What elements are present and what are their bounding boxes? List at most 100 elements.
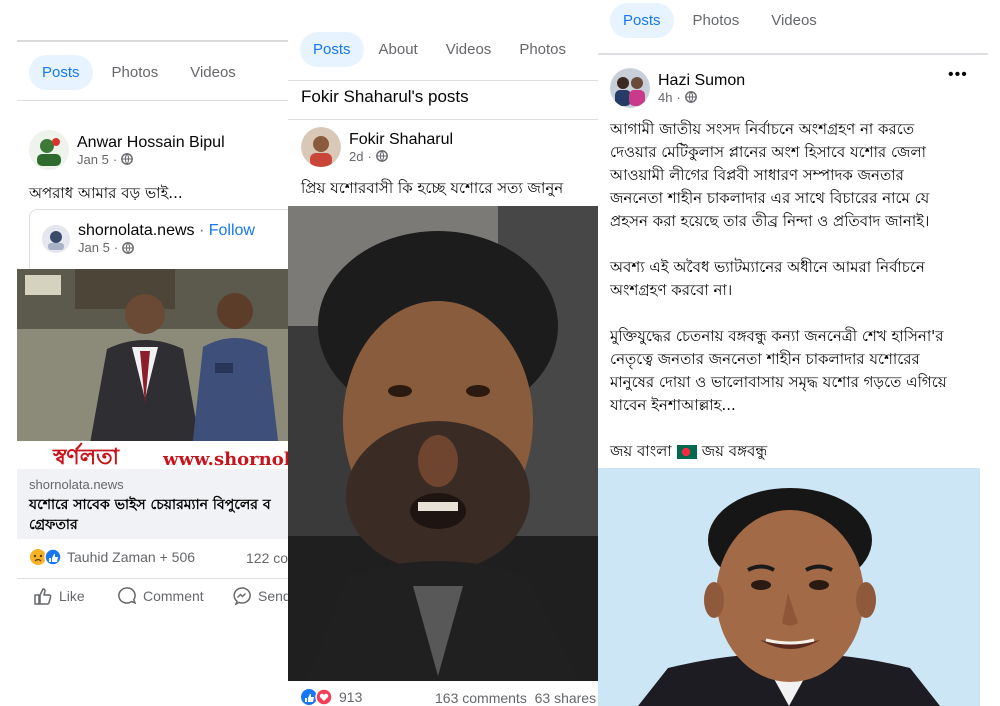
text-line: যাবেন ইনশাআল্লাহ...: [610, 396, 736, 414]
post-photo[interactable]: [598, 468, 980, 706]
bangladesh-flag-icon: [676, 444, 697, 459]
send-label: Send: [258, 588, 288, 604]
source-logo-icon: [42, 224, 70, 253]
share-count[interactable]: 63 shares: [535, 690, 596, 706]
tab-divider: [288, 80, 598, 81]
text-line: আওয়ামী লীগের বিপ্লবী সাধারণ সম্পাদক জনত…: [610, 166, 904, 184]
post-text: প্রিয় যশোরবাসী কি হচ্ছে যশোরে সত্য জানু…: [301, 179, 564, 197]
text-line: অবশ্য এই অবৈধ ভ্যাটম্যানের অধীনে আমরা নি…: [610, 258, 925, 276]
tab-posts[interactable]: Posts: [29, 55, 93, 90]
tab-divider: [598, 53, 988, 55]
avatar[interactable]: [610, 68, 650, 108]
separator-dot: ·: [113, 240, 119, 255]
like-label: Like: [59, 588, 85, 604]
left-profile-panel: Posts Photos Videos Anwar Hossain Bipul …: [17, 40, 288, 622]
text-line: মুক্তিযুদ্ধের চেতনায় বঙ্গবন্ধু কন্যা জন…: [610, 327, 944, 345]
paragraph-2: অবশ্য এই অবৈধ ভ্যাটম্যানের অধীনে আমরা নি…: [610, 256, 982, 302]
reaction-names[interactable]: Tauhid Zaman + 506: [67, 549, 195, 565]
shared-post-photo[interactable]: স্বর্ণলতা www.shornol: [17, 269, 288, 469]
avatar-image: [610, 68, 650, 108]
shared-meta: Jan 5 ·: [78, 240, 255, 255]
avatar-image: [29, 130, 69, 170]
post-time[interactable]: 2d: [349, 149, 363, 164]
tab-posts[interactable]: Posts: [610, 3, 674, 38]
separator-dot: ·: [112, 151, 118, 167]
separator-dot: ·: [676, 89, 681, 105]
tab-videos[interactable]: Videos: [177, 55, 249, 90]
tab-divider: [17, 100, 288, 101]
link-title: যশোরে সাবেক ভাইস চেয়ারম্যান বিপুলের ব গ…: [29, 497, 271, 533]
tab-photos[interactable]: Photos: [506, 32, 579, 67]
post-header: Anwar Hossain Bipul Jan 5 ·: [29, 130, 225, 170]
post-stats: 163 comments 63 shares 1: [435, 690, 598, 706]
arrest-photo-image: স্বর্ণলতা www.shornol: [17, 269, 288, 469]
tab-posts[interactable]: Posts: [300, 32, 364, 67]
post-time[interactable]: 4h: [658, 90, 672, 105]
tab-videos[interactable]: Videos: [433, 32, 505, 67]
comment-icon: [118, 587, 137, 605]
globe-icon: [122, 241, 135, 254]
messenger-icon: [233, 587, 251, 606]
slogan-joy-bangabandhu: জয় বঙ্গবন্ধু: [701, 442, 768, 460]
separator-dot: ·: [198, 222, 205, 239]
follow-link[interactable]: Follow: [209, 222, 255, 239]
shared-post-card[interactable]: shornolata.news · Follow Jan 5 ·: [29, 209, 288, 270]
text-line: দেওয়ার মেটিকুলাস প্লানের অংশ হিসাবে যশো…: [610, 143, 926, 161]
paragraph-1: আগামী জাতীয় সংসদ নির্বাচনে অংশগ্রহণ না …: [610, 118, 982, 233]
globe-icon: [684, 91, 697, 103]
tab-about[interactable]: About: [366, 32, 431, 67]
link-domain: shornolata.news: [29, 477, 124, 492]
middle-tab-bar: Posts About Videos Photos: [300, 32, 579, 67]
svg-text:স্বর্ণলতা: স্বর্ণলতা: [52, 442, 121, 469]
text-line: অংশগ্রহণ করবো না।: [610, 281, 733, 299]
action-divider: [17, 578, 288, 579]
post-author-name[interactable]: Hazi Sumon: [658, 72, 745, 90]
reaction-summary[interactable]: Tauhid Zaman + 506: [29, 548, 195, 566]
text-line: জননেতা শাহীন চাকলাদার এর সাথে বিচারের না…: [610, 189, 930, 207]
post-header: Hazi Sumon 4h ·: [610, 68, 745, 108]
send-button[interactable]: Send: [232, 586, 288, 606]
tab-photos[interactable]: Photos: [99, 55, 172, 90]
tab-photos[interactable]: Photos: [680, 3, 753, 38]
comment-label: Comment: [143, 588, 204, 604]
middle-profile-panel: Posts About Videos Photos Fokir Shaharul…: [288, 25, 598, 706]
post-author-name[interactable]: Anwar Hossain Bipul: [77, 134, 225, 152]
right-tab-bar: Posts Photos Videos: [610, 3, 830, 38]
video-thumbnail-image: [288, 206, 598, 681]
portrait-image: [598, 468, 980, 706]
globe-icon: [375, 150, 388, 162]
section-divider: [288, 119, 598, 120]
svg-text:www.shornol: www.shornol: [162, 449, 288, 469]
link-preview[interactable]: shornolata.news যশোরে সাবেক ভাইস চেয়ারম…: [17, 469, 288, 539]
globe-icon: [121, 153, 134, 165]
like-button[interactable]: Like: [33, 586, 85, 606]
avatar[interactable]: [301, 127, 341, 167]
post-text: অপরাধ আমার বড় ভাই...: [29, 184, 183, 202]
tab-videos[interactable]: Videos: [758, 3, 830, 38]
separator-dot: ·: [367, 148, 372, 164]
comment-count[interactable]: 163 comments: [435, 690, 527, 706]
reaction-count[interactable]: 913: [339, 689, 362, 705]
avatar-image: [301, 127, 341, 167]
shared-source-avatar[interactable]: [42, 224, 70, 253]
comment-button[interactable]: Comment: [117, 586, 204, 606]
post-time[interactable]: Jan 5: [77, 152, 109, 167]
shared-time[interactable]: Jan 5: [78, 240, 110, 255]
shared-source-name[interactable]: shornolata.news: [78, 222, 195, 239]
more-options-icon[interactable]: •••: [948, 66, 968, 84]
reaction-summary[interactable]: 913: [300, 688, 362, 706]
post-meta: Jan 5 ·: [77, 152, 225, 167]
reaction-icons: [30, 548, 62, 566]
post-meta: 2d ·: [349, 149, 453, 164]
thumbs-up-icon: [34, 588, 52, 605]
text-line: মানুষের দোয়া ও ভালোবাসায় সমৃদ্ধ যশোর গ…: [610, 373, 947, 391]
reaction-icons: [301, 688, 333, 706]
text-line: প্রহসন করা হয়েছে তার তীব্র নিন্দা ও প্র…: [610, 212, 930, 230]
post-author-name[interactable]: Fokir Shaharul: [349, 131, 453, 149]
post-meta: 4h ·: [658, 90, 745, 105]
comment-count[interactable]: 122 co: [246, 550, 288, 566]
slogan-joy-bangla: জয় বাংলা: [610, 442, 672, 460]
avatar[interactable]: [29, 130, 69, 170]
post-video[interactable]: [288, 206, 598, 681]
slogan-line: জয় বাংলা জয় বঙ্গবন্ধু: [610, 440, 982, 463]
